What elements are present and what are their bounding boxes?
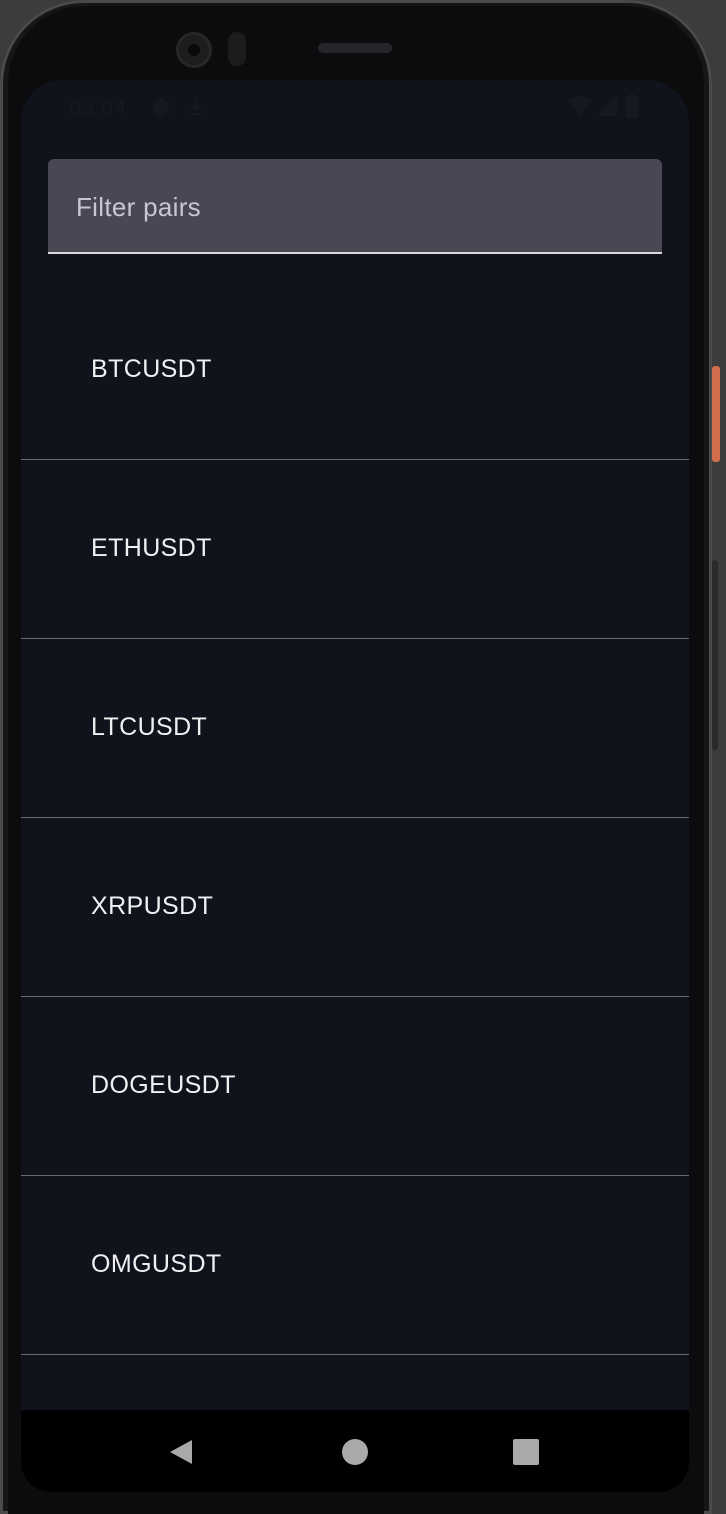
list-item-pair-5[interactable]: OMGUSDT [21, 1176, 689, 1355]
proximity-sensor-icon [228, 32, 246, 66]
list-item-pair-4[interactable]: DOGEUSDT [21, 997, 689, 1176]
battery-icon [625, 94, 639, 118]
filter-pairs-field[interactable] [48, 159, 662, 254]
pair-label: OMGUSDT [91, 1250, 222, 1278]
list-item-pair-3[interactable]: XRPUSDT [21, 818, 689, 997]
pair-list: BTCUSDT ETHUSDT LTCUSDT XRPUSDT DOGEUSDT… [21, 281, 689, 1355]
pair-label: LTCUSDT [91, 713, 208, 741]
home-icon[interactable] [341, 1438, 369, 1466]
pair-label: ETHUSDT [91, 534, 212, 562]
filter-pairs-input[interactable] [48, 159, 662, 252]
signal-icon [597, 96, 617, 116]
settings-icon [152, 99, 170, 117]
app-screen: 03:04 BTCUSDT ETHUSDT LTCUSDT [21, 80, 689, 1492]
status-bar: 03:04 [21, 80, 689, 134]
status-time: 03:04 [69, 95, 127, 120]
system-navigation-bar [21, 1410, 689, 1492]
download-icon [190, 97, 202, 115]
list-item-pair-1[interactable]: ETHUSDT [21, 460, 689, 639]
volume-button[interactable] [712, 560, 718, 750]
recents-icon[interactable] [513, 1438, 539, 1466]
wifi-icon [568, 96, 592, 115]
earpiece-speaker-icon [318, 43, 392, 53]
pair-label: DOGEUSDT [91, 1071, 236, 1099]
back-icon[interactable] [168, 1438, 194, 1466]
list-item-pair-0[interactable]: BTCUSDT [21, 281, 689, 460]
pair-label: XRPUSDT [91, 892, 214, 920]
front-camera-icon [176, 32, 212, 68]
power-button[interactable] [712, 366, 720, 462]
pair-label: BTCUSDT [91, 355, 212, 383]
list-item-pair-2[interactable]: LTCUSDT [21, 639, 689, 818]
